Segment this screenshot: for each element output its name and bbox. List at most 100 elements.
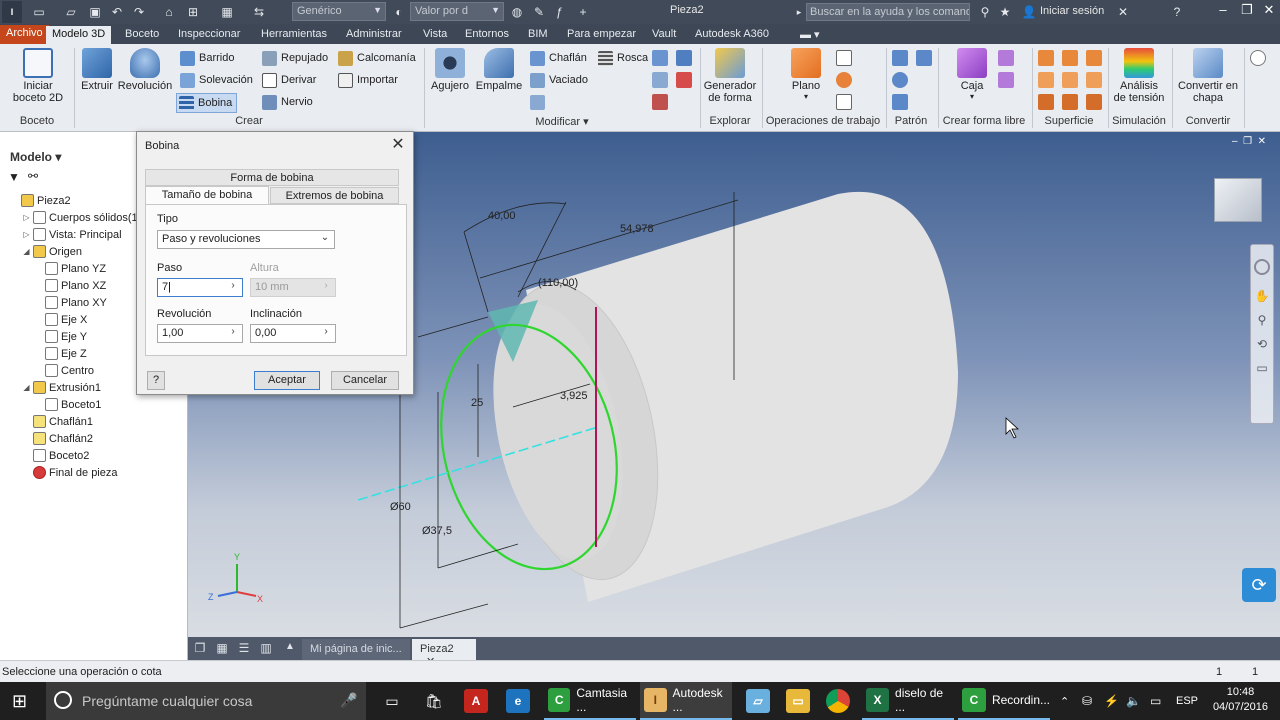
taskbar-camtasia[interactable]: C Camtasia ... [544, 682, 636, 720]
close-icon[interactable]: ✕ [1258, 2, 1280, 22]
cascade-icon[interactable]: ❐ [192, 641, 208, 656]
start-sketch-button[interactable]: Iniciar boceto 2D [8, 48, 68, 104]
chrome-icon[interactable] [824, 682, 852, 720]
tile-icon[interactable]: ▦ [214, 641, 230, 656]
move-face-icon[interactable] [652, 72, 668, 88]
save-icon[interactable]: ▣ [86, 3, 104, 21]
shell-button[interactable]: Vaciado [530, 71, 588, 89]
combine-icon[interactable] [652, 50, 668, 66]
parameters-icon[interactable]: ✎ [530, 3, 548, 21]
clear-appearance-icon[interactable]: ◍ [508, 3, 526, 21]
type-select[interactable]: Paso y revoluciones ⌄ [157, 230, 335, 249]
share-icon[interactable]: ⟳ [1242, 568, 1276, 602]
tree-expander-icon[interactable]: ▷ [22, 213, 31, 222]
rectangular-pattern-icon[interactable] [892, 50, 908, 66]
tab-options-icon[interactable]: ▬ ▾ [794, 26, 826, 44]
shape-generator-button[interactable]: Generador de forma [702, 48, 758, 104]
help-search-input[interactable]: Buscar en la ayuda y los comandos [806, 3, 970, 21]
import-button[interactable]: Importar [338, 71, 398, 89]
find-icon[interactable]: ⚯ [28, 169, 38, 183]
zoom-icon[interactable]: ⚲ [1251, 313, 1273, 327]
tab-bim[interactable]: BIM [522, 26, 554, 44]
tab-view[interactable]: Vista [417, 26, 453, 44]
arrange-up-icon[interactable]: ▲ [282, 641, 298, 656]
bluetooth-icon[interactable]: ⚡ [1104, 682, 1119, 720]
taskbar-search[interactable]: Pregúntame cualquier cosa 🎤 [46, 682, 366, 720]
acrobat-icon[interactable]: A [462, 682, 490, 720]
tab-environments[interactable]: Entornos [459, 26, 515, 44]
ok-button[interactable]: Aceptar [254, 371, 320, 390]
return-icon[interactable]: ⊞ [184, 3, 202, 21]
tab-part2[interactable]: Pieza2 ✕ [412, 639, 476, 668]
select-icon[interactable]: ▦ [218, 3, 236, 21]
signin-link[interactable]: Iniciar sesión [1040, 5, 1104, 17]
extend-icon[interactable] [1086, 72, 1102, 88]
tile-horizontal-icon[interactable]: ☰ [236, 641, 252, 656]
orbit-icon[interactable]: ⟲ [1251, 337, 1273, 351]
new-icon[interactable]: ▭ [30, 3, 48, 21]
pan-icon[interactable]: ✋ [1251, 289, 1273, 303]
user-icon[interactable]: 👤 [1020, 3, 1038, 21]
derive-button[interactable]: Derivar [262, 71, 316, 89]
clock[interactable]: 10:48 04/07/2016 [1213, 685, 1268, 715]
help-icon[interactable]: ? [1168, 3, 1186, 21]
task-view-icon[interactable]: ▭ [380, 682, 404, 720]
pitch-input[interactable]: 7| › [157, 278, 243, 297]
dim-d375[interactable]: Ø37,5 [422, 525, 452, 537]
tree-item[interactable]: Chaflán2 [0, 430, 188, 447]
tab-coil-size[interactable]: Tamaño de bobina [145, 186, 269, 205]
store-icon[interactable]: 🛍 [422, 682, 446, 720]
update-icon[interactable]: ⇆ [250, 3, 268, 21]
edge-icon[interactable]: e [504, 682, 532, 720]
convert-freeform-icon[interactable] [998, 72, 1014, 88]
file-explorer-icon[interactable]: ▭ [784, 682, 812, 720]
sculpt-icon[interactable] [1086, 50, 1102, 66]
chamfer-button[interactable]: Chaflán [530, 49, 587, 67]
dim-25[interactable]: 25 [471, 397, 483, 409]
dim-angle-40[interactable]: 40,00 [488, 210, 516, 222]
tree-item[interactable]: Boceto2 [0, 447, 188, 464]
dim-110[interactable]: (110,00) [538, 277, 578, 289]
dim-54978[interactable]: 54,978 [620, 223, 654, 235]
coil-button[interactable]: Bobina [176, 93, 238, 113]
tab-tools[interactable]: Herramientas [255, 26, 333, 44]
convert-sheet-metal-button[interactable]: Convertir en chapa [1174, 48, 1242, 104]
ruled-surface-icon[interactable] [1038, 94, 1054, 110]
fillet-button[interactable]: Empalme [474, 48, 524, 92]
circular-pattern-icon[interactable] [892, 72, 908, 88]
tab-home-page[interactable]: Mi página de inic... [302, 639, 410, 660]
appearance-icon[interactable]: ◐ [390, 3, 408, 21]
work-plane-button[interactable]: Plano ▾ [784, 48, 828, 101]
taskbar-autodesk[interactable]: I Autodesk ... [640, 682, 732, 720]
microphone-icon[interactable]: 🎤 [340, 692, 357, 709]
close-icon[interactable]: ✕ [389, 136, 407, 154]
freeform-box-button[interactable]: Caja ▾ [950, 48, 994, 101]
volume-icon[interactable]: 🔈 [1126, 682, 1141, 720]
sweep-button[interactable]: Barrido [180, 49, 234, 67]
tree-expander-icon[interactable]: ▷ [22, 230, 31, 239]
plus-icon[interactable]: + [574, 3, 592, 21]
help-button[interactable]: ? [147, 371, 165, 390]
language-indicator[interactable]: ESP [1176, 682, 1198, 720]
tab-3d-model[interactable]: Modelo 3D [46, 26, 112, 44]
search-icon[interactable]: ⚲ [976, 3, 994, 21]
emboss-button[interactable]: Repujado [262, 49, 328, 67]
revolution-input[interactable]: 1,00 › [157, 324, 243, 343]
fx-icon[interactable]: ƒ [550, 3, 568, 21]
loft-button[interactable]: Solevación [180, 71, 253, 89]
tray-chevron-icon[interactable]: ⌃ [1060, 682, 1069, 720]
dim-3925[interactable]: 3,925 [560, 390, 588, 402]
material-combo[interactable]: Genérico ▼ [292, 2, 386, 21]
tree-item[interactable]: Final de pieza [0, 464, 188, 481]
chevron-right-icon[interactable]: › [319, 326, 333, 337]
tab-coil-shape[interactable]: Forma de bobina [145, 169, 399, 186]
stitch-icon[interactable] [1062, 50, 1078, 66]
exchange-icon[interactable]: ✕ [1114, 3, 1132, 21]
taskbar-excel[interactable]: Xdiselo de ... [862, 682, 954, 720]
rib-button[interactable]: Nervio [262, 93, 313, 111]
tab-vault[interactable]: Vault [646, 26, 682, 44]
delete-surface-icon[interactable] [1062, 94, 1078, 110]
taper-input[interactable]: 0,00 › [250, 324, 336, 343]
windows-start-icon[interactable]: ⊞ [12, 682, 36, 720]
network-icon[interactable]: ⛁ [1082, 682, 1092, 720]
